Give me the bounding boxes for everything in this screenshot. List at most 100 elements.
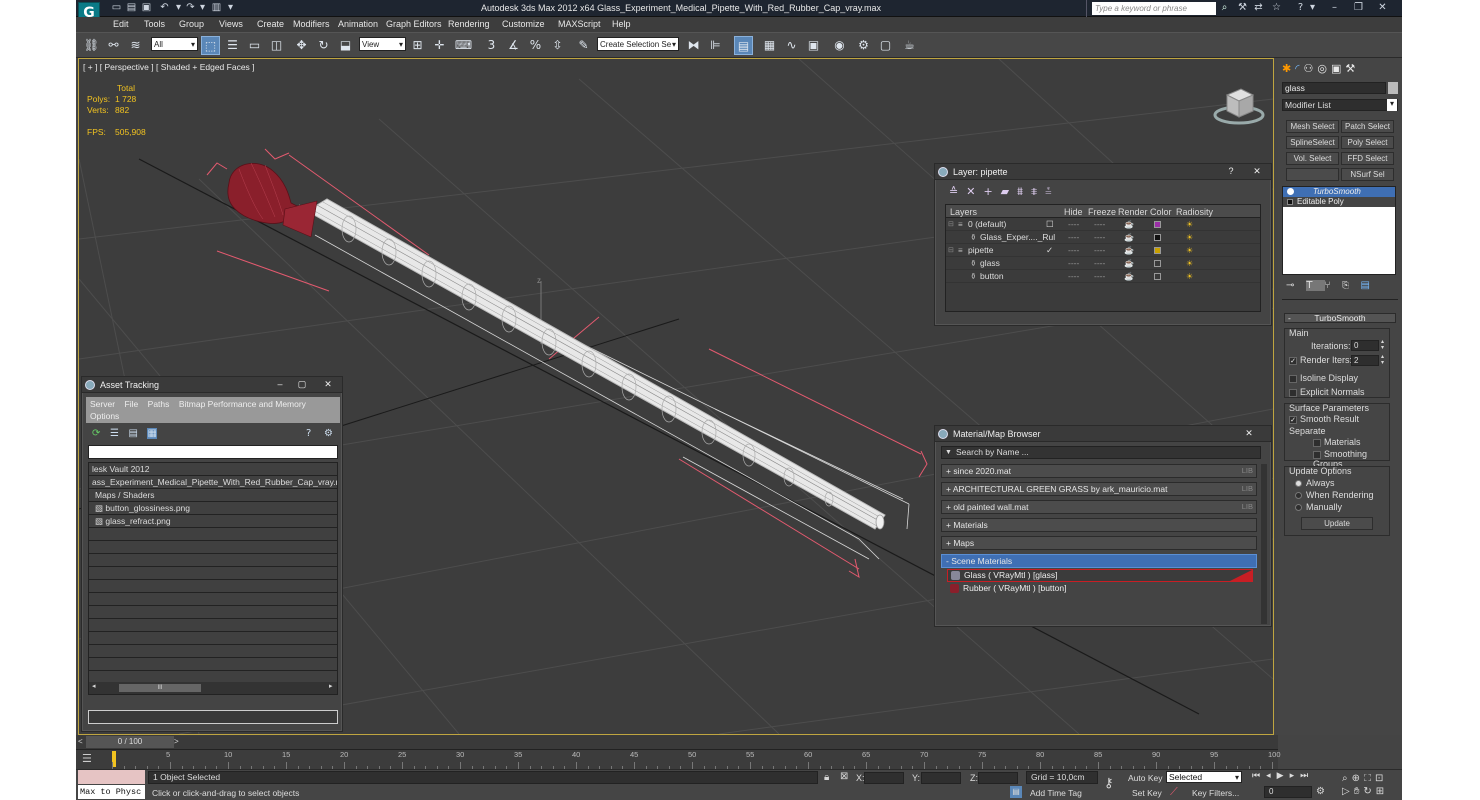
close-icon[interactable]: ✕: [1376, 2, 1389, 14]
selection-filter-dropdown[interactable]: All: [151, 37, 198, 52]
layer-name[interactable]: pipette: [968, 244, 994, 257]
layer-color-swatch[interactable]: [1154, 260, 1161, 267]
previous-frame-icon[interactable]: ◂: [1266, 771, 1277, 781]
undo-icon[interactable]: ↶: [158, 2, 171, 14]
bind-to-space-warp-icon[interactable]: ≋: [126, 36, 145, 55]
exchange-icon[interactable]: ⇄: [1252, 2, 1265, 14]
new-file-icon[interactable]: ▭: [110, 2, 123, 14]
material-group-row[interactable]: + ARCHITECTURAL GREEN GRASS by ark_mauri…: [941, 482, 1257, 496]
thumbnail-view-icon[interactable]: ▤: [128, 428, 137, 439]
radiosity-icon[interactable]: ☀: [1186, 244, 1193, 257]
x-coord-field[interactable]: [864, 772, 904, 784]
menu-rendering[interactable]: Rendering: [448, 18, 490, 31]
go-to-end-icon[interactable]: ⏭: [1300, 771, 1314, 781]
asset-settings-icon[interactable]: ⚙: [324, 428, 333, 439]
asset-menu-paths[interactable]: Paths: [148, 399, 170, 409]
render-teapot-icon[interactable]: ☕: [1124, 257, 1134, 270]
render-iters-checkbox[interactable]: ✓ Render Iters:: [1289, 355, 1352, 365]
hide-all-layers-icon[interactable]: ⩨: [1031, 185, 1045, 198]
manage-layers-icon[interactable]: ▤: [734, 36, 753, 55]
update-button[interactable]: Update: [1301, 517, 1373, 530]
asset-close-button[interactable]: ✕: [316, 377, 340, 391]
absolute-mode-icon[interactable]: ⊠: [840, 771, 848, 782]
layer-row[interactable]: ⊟ ≡ pipette ✓ ---- ---- ☕ ☀: [946, 244, 1260, 257]
select-object-icon[interactable]: ⬚: [201, 36, 220, 55]
freeze-all-layers-icon[interactable]: ⩮: [1045, 185, 1059, 198]
render-setup-icon[interactable]: ⚙: [854, 36, 873, 55]
curve-editor-icon[interactable]: ∿: [782, 36, 801, 55]
material-group-row[interactable]: + Maps: [941, 536, 1257, 550]
object-color-swatch[interactable]: [1388, 82, 1398, 94]
open-file-icon[interactable]: ▤: [125, 2, 138, 14]
modifier-on-icon[interactable]: [1287, 188, 1294, 195]
col-layers[interactable]: Layers: [950, 207, 977, 217]
project-folder-icon[interactable]: ▥: [210, 2, 223, 14]
search-icon[interactable]: ⌕: [1218, 2, 1231, 14]
remove-modifier-icon[interactable]: ⎘: [1343, 280, 1361, 291]
nsurf-sel-button[interactable]: NSurf Sel: [1341, 168, 1394, 181]
layer-color-swatch[interactable]: [1154, 221, 1161, 228]
quick-access-menu-icon[interactable]: ▾: [224, 2, 237, 14]
next-frame-icon[interactable]: >: [174, 737, 179, 746]
window-crossing-icon[interactable]: ◫: [267, 36, 286, 55]
selection-lock-icon[interactable]: 🔒︎: [824, 772, 829, 783]
perspective-viewport[interactable]: [ + ] [ Perspective ] [ Shaded + Edged F…: [78, 58, 1274, 735]
mirror-icon[interactable]: ⧓: [684, 36, 703, 55]
hide-toggle[interactable]: ----: [1068, 257, 1079, 270]
radiosity-icon[interactable]: ☀: [1186, 218, 1193, 231]
col-radiosity[interactable]: Radiosity: [1176, 207, 1213, 217]
play-icon[interactable]: ▶: [1277, 771, 1290, 781]
create-tab-icon[interactable]: ✱: [1282, 62, 1295, 75]
redo-dropdown-icon[interactable]: ▾: [196, 2, 209, 14]
scroll-thumb[interactable]: III: [119, 684, 201, 692]
layer-row[interactable]: ⚱ button ---- ---- ☕ ☀: [946, 270, 1260, 283]
set-key-button[interactable]: Set Key: [1132, 788, 1162, 798]
stack-item-editable-poly[interactable]: Editable Poly: [1283, 197, 1395, 207]
layer-name[interactable]: button: [980, 270, 1004, 283]
render-teapot-icon[interactable]: ☕: [1124, 270, 1134, 283]
percent-snap-icon[interactable]: %: [526, 36, 545, 55]
graphite-tools-icon[interactable]: ▦: [760, 36, 779, 55]
select-and-link-icon[interactable]: ⛓: [82, 36, 101, 55]
material-group-row[interactable]: + old painted wall.mat LIB: [941, 500, 1257, 514]
help-dropdown-icon[interactable]: ▾: [1306, 2, 1319, 14]
modifier-list-dropdown[interactable]: Modifier List ▾: [1282, 99, 1398, 111]
layer-color-swatch[interactable]: [1154, 273, 1161, 280]
go-to-start-icon[interactable]: ⏮: [1252, 771, 1266, 781]
pin-stack-icon[interactable]: ⊸: [1286, 280, 1306, 291]
dropdown-arrow-icon[interactable]: ▾: [1235, 772, 1239, 783]
hide-toggle[interactable]: ----: [1068, 244, 1079, 257]
hierarchy-tab-icon[interactable]: ⚇: [1303, 62, 1317, 75]
search-options-icon[interactable]: ▼: [945, 447, 952, 458]
help-search-input[interactable]: Type a keyword or phrase: [1092, 2, 1216, 15]
smooth-result-checkbox[interactable]: ✓ Smooth Result: [1289, 414, 1359, 424]
asset-row-maxfile[interactable]: ass_Experiment_Medical_Pipette_With_Red_…: [89, 476, 337, 489]
menu-create[interactable]: Create: [257, 18, 284, 31]
asset-row-glass-refract[interactable]: ▧ glass_refract.png: [89, 515, 337, 528]
unlink-icon[interactable]: ⚯: [104, 36, 123, 55]
when-rendering-radio[interactable]: When Rendering: [1295, 490, 1374, 500]
y-coord-field[interactable]: [921, 772, 961, 784]
scene-materials-header[interactable]: - Scene Materials: [941, 554, 1257, 568]
asset-path-field[interactable]: [88, 445, 338, 459]
layer-name[interactable]: glass: [980, 257, 1000, 270]
select-and-rotate-icon[interactable]: ↻: [314, 36, 333, 55]
radiosity-icon[interactable]: ☀: [1186, 270, 1193, 283]
render-production-icon[interactable]: ☕: [900, 36, 919, 55]
menu-edit[interactable]: Edit: [113, 18, 129, 31]
layer-color-swatch[interactable]: [1154, 247, 1161, 254]
prev-frame-icon[interactable]: <: [78, 737, 83, 746]
asset-row-button-glossiness[interactable]: ▧ button_glossiness.png: [89, 502, 337, 515]
asset-panel-title-bar[interactable]: Asset Tracking – ▢ ✕: [82, 377, 342, 393]
rendered-frame-window-icon[interactable]: ▢: [876, 36, 895, 55]
next-key-icon[interactable]: ▸: [1290, 771, 1301, 781]
freeze-toggle[interactable]: ----: [1094, 257, 1105, 270]
angle-snap-icon[interactable]: ∡: [504, 36, 523, 55]
menu-customize[interactable]: Customize: [502, 18, 545, 31]
key-filters-button[interactable]: Key Filters...: [1192, 788, 1239, 798]
asset-restore-button[interactable]: ▢: [290, 377, 314, 391]
menu-graph-editors[interactable]: Graph Editors: [386, 18, 442, 31]
current-frame-field[interactable]: 0: [1264, 786, 1312, 798]
pivot-center-icon[interactable]: ⊞: [408, 36, 427, 55]
material-editor-icon[interactable]: ◉: [830, 36, 849, 55]
